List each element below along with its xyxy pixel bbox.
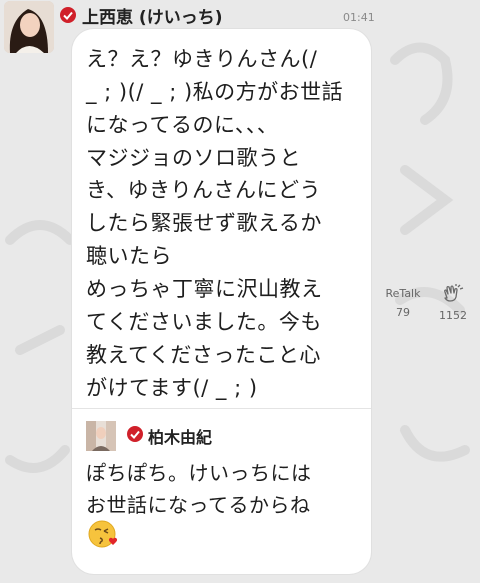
message-line: え？え？ゆきりんさん(/	[86, 47, 318, 71]
message-bubble[interactable]: え？え？ゆきりんさん(/ _ ; )(/ _ ; )私の方がお世話 になってるの…	[72, 29, 371, 574]
quote-message-line: ぽちぽち。けいっちには	[86, 461, 312, 485]
clap-button[interactable]: 1152	[433, 284, 473, 322]
message-line: したら緊張せず歌えるか	[86, 211, 322, 235]
retalk-button[interactable]: ReTalk 79	[381, 287, 425, 319]
quote-divider	[72, 408, 371, 409]
message-line: になってるのに、、、	[86, 113, 279, 137]
author-avatar[interactable]	[4, 1, 54, 53]
clap-icon	[444, 284, 464, 302]
message-line: マジジョのソロ歌うと	[86, 146, 301, 170]
clap-count: 1152	[439, 309, 467, 322]
quote-message-line: お世話になってるからね	[86, 493, 311, 517]
message-line: 教えてくださったこと心	[86, 343, 321, 367]
quote-verified-badge-icon	[127, 426, 143, 442]
author-name[interactable]: 上西恵 (けいっち)	[82, 3, 222, 28]
message-line: 聴いたら	[86, 244, 172, 268]
retalk-label: ReTalk	[385, 287, 421, 300]
quote-author-name[interactable]: 柏木由紀	[148, 424, 212, 448]
retalk-count: 79	[396, 306, 410, 319]
message-line: がけてます(/ _ ; )	[86, 376, 258, 400]
author-header: 上西恵 (けいっち)	[60, 3, 222, 28]
verified-badge-icon	[60, 7, 76, 23]
quote-author-avatar[interactable]	[86, 421, 116, 451]
kissing-face-emoji-icon	[88, 520, 118, 548]
message-line: てくださいました。今も	[86, 310, 322, 334]
post-time: 01:41	[343, 11, 375, 24]
message-line: き、ゆきりんさんにどう	[86, 178, 322, 202]
message-line: _ ; )(/ _ ; )私の方がお世話	[86, 80, 344, 104]
message-line: めっちゃ丁寧に沢山教え	[86, 277, 323, 301]
